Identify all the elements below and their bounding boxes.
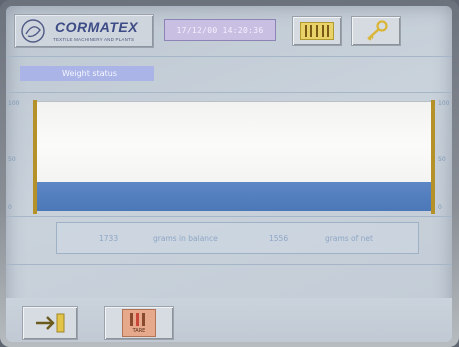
weight-bar bbox=[33, 100, 435, 214]
weight-bar-fill bbox=[36, 181, 432, 211]
scale-tick-right-top: 100 bbox=[438, 100, 450, 107]
barcode-icon bbox=[300, 22, 334, 40]
weight-readout: 1733 grams in balance 1556 grams of net bbox=[56, 222, 419, 254]
scale-tick-right-bottom: 0 bbox=[438, 204, 442, 211]
key-icon bbox=[367, 20, 388, 41]
weight-bar-left-edge bbox=[33, 100, 37, 214]
weight-status-label: Weight status bbox=[20, 66, 154, 81]
scale-tick-right-mid: 50 bbox=[438, 156, 446, 163]
weight-panel-divider bbox=[6, 92, 452, 93]
scale-tick-left-top: 100 bbox=[8, 100, 20, 107]
net-label: grams of net bbox=[325, 234, 373, 243]
exit-button[interactable] bbox=[22, 306, 78, 340]
balance-value: 1733 bbox=[99, 234, 119, 243]
brand-logo: CORMATEX TEXTILE MACHINERY AND PLANTS bbox=[14, 14, 154, 48]
barcode-button[interactable] bbox=[292, 16, 342, 46]
balance-label: grams in balance bbox=[153, 234, 218, 243]
tare-label: TARE bbox=[132, 328, 146, 334]
datetime-display: 17/12/00 14:20:36 bbox=[164, 19, 276, 41]
readout-divider bbox=[6, 264, 452, 265]
header-divider bbox=[6, 56, 452, 57]
brand-tagline: TEXTILE MACHINERY AND PLANTS bbox=[53, 37, 135, 42]
hmi-screen: CORMATEX TEXTILE MACHINERY AND PLANTS 17… bbox=[6, 6, 452, 342]
net-value: 1556 bbox=[269, 234, 289, 243]
exit-arrow-icon bbox=[36, 313, 65, 333]
scale-tick-left-mid: 50 bbox=[8, 156, 16, 163]
scale-tick-left-bottom: 0 bbox=[8, 204, 12, 211]
tare-button[interactable]: TARE bbox=[104, 306, 174, 340]
logo-emblem-icon bbox=[21, 19, 45, 43]
weight-bar-right-edge bbox=[431, 100, 435, 214]
bar-bottom-divider bbox=[6, 216, 452, 217]
tare-icon: TARE bbox=[122, 309, 156, 337]
brand-name: CORMATEX bbox=[55, 19, 139, 35]
settings-button[interactable] bbox=[351, 16, 401, 46]
